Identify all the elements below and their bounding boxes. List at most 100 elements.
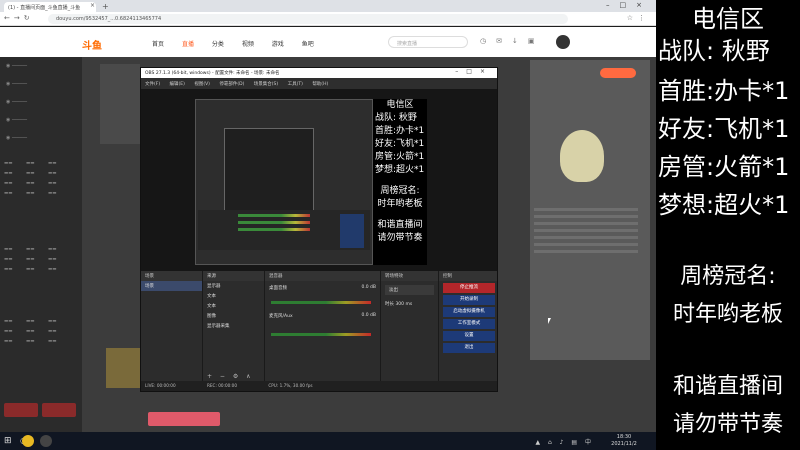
new-tab-icon[interactable]: + xyxy=(102,2,109,11)
browser-tab[interactable]: (1) - 直播间页面_斗鱼直播_斗鱼 xyxy=(4,2,96,12)
preview-weekly-label: 周榜冠名: xyxy=(380,186,420,196)
nav-item-home[interactable]: 首页 xyxy=(152,41,164,48)
chrome-icon[interactable] xyxy=(22,435,34,447)
source-item[interactable]: 显示器 xyxy=(203,281,264,291)
obs-icon[interactable] xyxy=(40,435,52,447)
menu-scene-collection[interactable]: 场景集合(S) xyxy=(254,82,278,87)
screen: (1) - 直播间页面_斗鱼直播_斗鱼 × + –□× ←→↻ douyu.co… xyxy=(0,0,800,450)
source-item[interactable]: 图像 xyxy=(203,311,264,321)
browser-window-controls[interactable]: –□× xyxy=(606,1,652,9)
nav-item-fishbar[interactable]: 鱼吧 xyxy=(302,41,314,48)
back-icon[interactable]: ← xyxy=(4,14,14,22)
history-icon[interactable]: ◷ xyxy=(480,37,496,45)
menu-view[interactable]: 视图(V) xyxy=(194,82,210,87)
duration-input[interactable]: 300 ms xyxy=(395,302,412,307)
nav-item-live[interactable]: 直播 xyxy=(182,41,194,48)
mixer-channel-label: 麦克风/Aux 0.0 dB xyxy=(265,311,380,321)
follow-button[interactable] xyxy=(600,68,636,78)
menu-help[interactable]: 帮助(H) xyxy=(312,82,328,87)
sidebar-promo[interactable] xyxy=(42,403,76,417)
menu-edit[interactable]: 编辑(E) xyxy=(170,82,185,87)
transition-select[interactable]: 淡出 xyxy=(385,285,434,295)
windows-start-icon[interactable]: ⊞ xyxy=(4,436,12,446)
sidebar-item[interactable]: ◉ ───── xyxy=(6,99,27,105)
sidebar-category-grid[interactable]: ▬▬ ▬▬ ▬▬▬▬ ▬▬ ▬▬▬▬ ▬▬ ▬▬▬▬ ▬▬ ▬▬ xyxy=(4,161,78,201)
clock-time: 18:30 xyxy=(616,434,632,440)
settings-button[interactable]: 设置 xyxy=(443,331,495,341)
site-search-input[interactable]: 搜索直播 xyxy=(388,36,468,48)
maximize-icon[interactable]: □ xyxy=(466,68,480,75)
virtual-camera-button[interactable]: 启动虚拟摄像机 xyxy=(443,307,495,317)
menu-icon[interactable]: ⋮ xyxy=(638,14,650,22)
star-icon[interactable]: ☆ xyxy=(627,14,638,22)
duration-row: 时长 300 ms xyxy=(381,299,438,309)
source-item[interactable]: 显示器采集 xyxy=(203,321,264,331)
preview-overlay-text: 电信区 战队: 秋野 首胜:办卡*1 好友:飞机*1 房管:火箭*1 梦想:超火… xyxy=(373,99,427,265)
tab-close-icon[interactable]: × xyxy=(90,2,95,9)
clock-date: 2021/11/2 xyxy=(611,441,637,447)
preview-friend: 好友:飞机*1 xyxy=(375,139,425,149)
promo-banner[interactable] xyxy=(106,348,140,388)
header-icons[interactable]: ◷✉↓▣ xyxy=(480,37,544,45)
sidebar-promo[interactable] xyxy=(4,403,38,417)
transitions-title: 转场特效 xyxy=(381,271,438,281)
scenes-title: 场景 xyxy=(141,271,202,281)
site-logo[interactable]: 斗鱼 xyxy=(82,37,102,52)
menu-tools[interactable]: 工具(T) xyxy=(288,82,303,87)
preview-first-win: 首胜:办卡*1 xyxy=(375,126,425,136)
streamer-avatar[interactable] xyxy=(100,64,140,144)
taskbar-clock[interactable]: 18:30 2021/11/2 xyxy=(604,434,644,448)
nav-item-category[interactable]: 分类 xyxy=(212,41,224,48)
sidebar-item[interactable]: ◉ ───── xyxy=(6,63,27,69)
source-item[interactable]: 文本 xyxy=(203,291,264,301)
url-input[interactable]: douyu.com/9532457_...0.6824113465774 xyxy=(48,14,568,24)
forward-icon[interactable]: → xyxy=(14,14,24,22)
nav-item-video[interactable]: 视频 xyxy=(242,41,254,48)
download-icon[interactable]: ↓ xyxy=(512,37,528,45)
menu-docks[interactable]: 停靠部件(D) xyxy=(219,82,244,87)
sources-title: 来源 xyxy=(203,271,264,281)
mouse-cursor xyxy=(548,318,551,324)
scene-item[interactable]: 场景 xyxy=(141,281,202,291)
mixer-channel-level: 0.0 dB xyxy=(361,313,376,318)
live-status: LIVE: 00:00:00 xyxy=(145,383,176,388)
studio-mode-button[interactable]: 工作室模式 xyxy=(443,319,495,329)
message-icon[interactable]: ✉ xyxy=(496,37,512,45)
maximize-icon[interactable]: □ xyxy=(620,1,637,9)
stop-streaming-button[interactable]: 停止推流 xyxy=(443,283,495,293)
avatar[interactable] xyxy=(556,35,570,49)
obs-title-text: OBS 27.1.3 (64-bit, windows) - 配置文件: 未命名… xyxy=(145,71,280,76)
source-item[interactable]: 文本 xyxy=(203,301,264,311)
obs-window-controls[interactable]: –□× xyxy=(455,68,493,75)
start-recording-button[interactable]: 开始录制 xyxy=(443,295,495,305)
obs-window: OBS 27.1.3 (64-bit, windows) - 配置文件: 未命名… xyxy=(140,67,498,392)
sidebar-item[interactable]: ◉ ───── xyxy=(6,135,27,141)
obs-statusbar: LIVE: 00:00:00 REC: 00:00:00 CPU: 1.7%, … xyxy=(141,381,497,391)
obs-preview[interactable]: 电信区 战队: 秋野 首胜:办卡*1 好友:飞机*1 房管:火箭*1 梦想:超火… xyxy=(141,89,497,271)
system-tray[interactable]: ▲ ⌂ ♪ ▤ 中 xyxy=(535,437,594,446)
nav-buttons[interactable]: ←→↻ xyxy=(4,14,34,22)
close-icon[interactable]: × xyxy=(636,1,652,9)
close-icon[interactable]: × xyxy=(480,68,493,75)
toolbar-icons[interactable]: ☆⋮ xyxy=(627,14,650,22)
preview-weekly-name: 时年哟老板 xyxy=(377,199,423,209)
minimize-icon[interactable]: – xyxy=(606,1,620,9)
volume-meter xyxy=(271,333,371,336)
reload-icon[interactable]: ↻ xyxy=(24,14,34,22)
sidebar-item[interactable]: ◉ ───── xyxy=(6,81,27,87)
nav-item-games[interactable]: 游戏 xyxy=(272,41,284,48)
gift-banner[interactable] xyxy=(148,412,220,426)
sidebar-item[interactable]: ◉ ───── xyxy=(6,117,27,123)
exit-button[interactable]: 退出 xyxy=(443,343,495,353)
preview-notice2: 请勿带节奏 xyxy=(377,233,423,243)
browser-window: (1) - 直播间页面_斗鱼直播_斗鱼 × + –□× ←→↻ douyu.co… xyxy=(0,0,656,432)
taskbar: ⊞ ○ ▲ ⌂ ♪ ▤ 中 18:30 2021/11/2 xyxy=(0,432,656,450)
menu-file[interactable]: 文件(F) xyxy=(145,82,160,87)
sidebar-category-grid[interactable]: ▬▬ ▬▬ ▬▬▬▬ ▬▬ ▬▬▬▬ ▬▬ ▬▬ xyxy=(4,247,78,277)
overlay-team: 战队: 秋野 xyxy=(658,37,770,65)
sidebar-category-grid[interactable]: ▬▬ ▬▬ ▬▬▬▬ ▬▬ ▬▬▬▬ ▬▬ ▬▬ xyxy=(4,319,78,349)
overlay-notice1: 和谐直播间 xyxy=(672,374,783,399)
mixer-channel-level: 0.0 dB xyxy=(361,285,376,290)
minimize-icon[interactable]: – xyxy=(455,68,466,75)
gift-icon[interactable]: ▣ xyxy=(528,37,545,45)
